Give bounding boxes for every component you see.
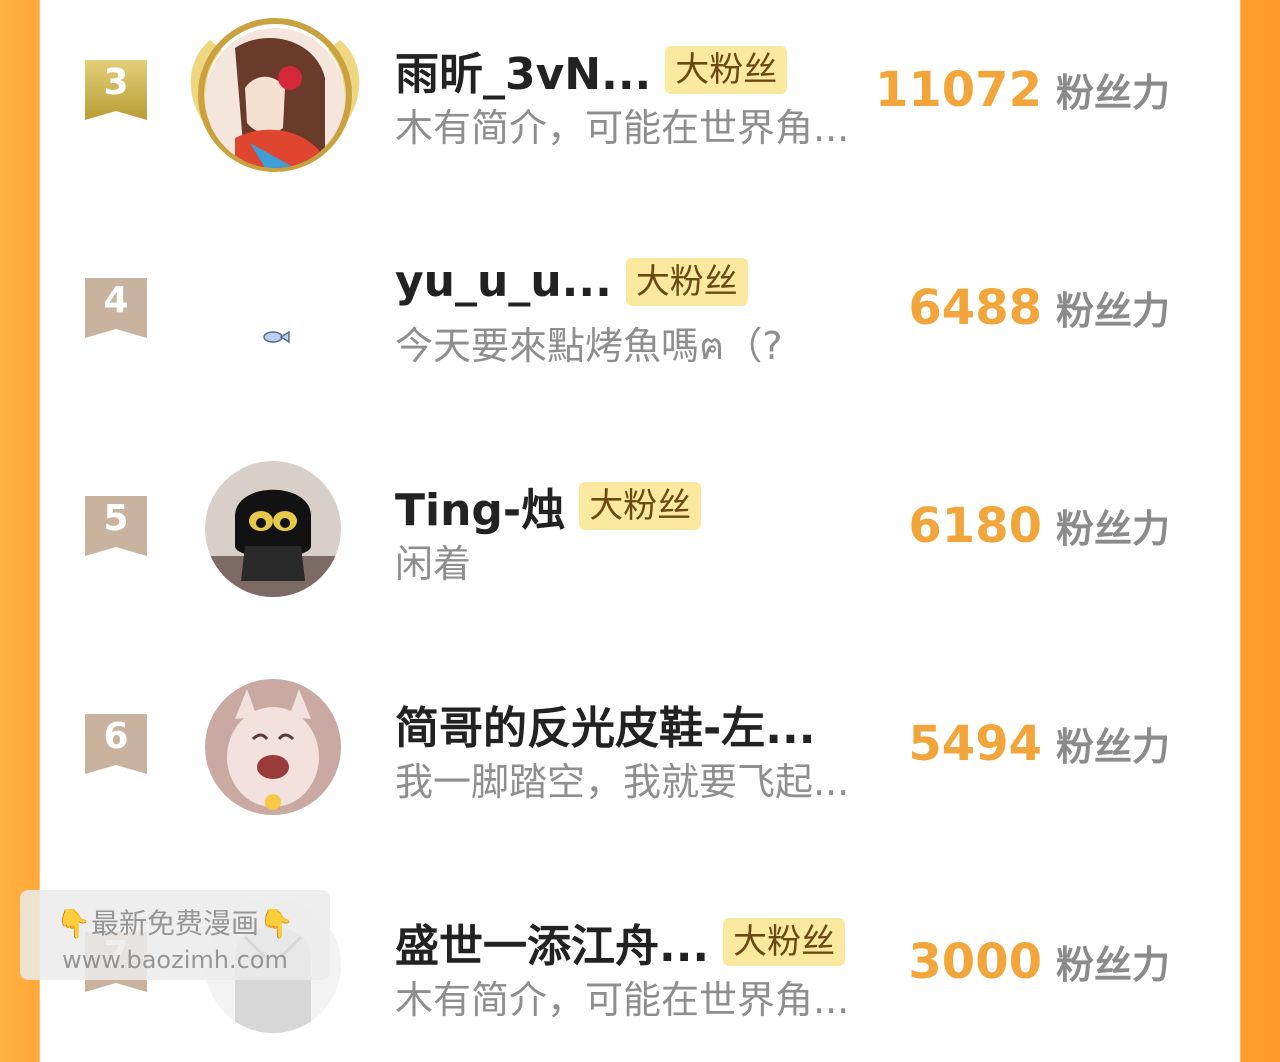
ranking-row[interactable]: 5 Ting-烛 大粉丝 闲着 6180 粉丝力: [40, 436, 1240, 626]
fan-power-unit: 粉丝力: [1055, 71, 1170, 115]
fan-power-value: 11072: [874, 62, 1042, 118]
rank-ribbon: 3: [85, 60, 147, 120]
fan-power-unit: 粉丝力: [1055, 943, 1170, 987]
user-name[interactable]: 简哥的反光皮鞋-左...: [395, 692, 815, 756]
fan-power-score: 6180 粉丝力: [908, 498, 1170, 554]
user-avatar[interactable]: [205, 461, 341, 597]
fan-power-value: 3000: [908, 934, 1042, 990]
user-name[interactable]: Ting-烛 大粉丝: [395, 474, 702, 538]
ranking-row[interactable]: 6 简哥的反光皮鞋-左... 我一脚踏空，我就要飞起... 5494 粉丝力: [40, 654, 1240, 844]
user-avatar[interactable]: [205, 243, 341, 379]
user-name[interactable]: 雨昕_3vN... 大粉丝: [395, 38, 788, 102]
ranking-row[interactable]: 3 雨昕_3vN... 大粉丝 木有简介，可能在世界角... 11072 粉丝力: [40, 0, 1240, 190]
fan-power-value: 6180: [908, 498, 1042, 554]
rank-ribbon: 6: [85, 714, 147, 774]
fan-level-badge: 大粉丝: [625, 257, 748, 306]
user-name[interactable]: yu_u_u... 大粉丝: [395, 256, 748, 307]
fan-level-badge: 大粉丝: [579, 482, 702, 530]
user-name-text: 简哥的反光皮鞋-左...: [395, 703, 816, 754]
ranking-row[interactable]: 4 yu_u_u... 大粉丝 今天要來點烤魚嗎ฅ（? 6488 粉丝力: [40, 218, 1240, 408]
user-avatar[interactable]: [205, 28, 345, 168]
fan-power-value: 6488: [908, 280, 1042, 336]
fan-power-score: 5494 粉丝力: [908, 716, 1170, 772]
fan-level-badge: 大粉丝: [723, 918, 846, 966]
watermark-line-1: 👇最新免费漫画👇: [56, 907, 294, 940]
user-name[interactable]: 盛世一添江舟... 大粉丝: [395, 910, 846, 974]
user-bio: 今天要來點烤魚嗎ฅ（?: [395, 324, 783, 368]
user-name-text: 盛世一添江舟...: [395, 921, 710, 972]
rank-ribbon: 4: [85, 278, 147, 338]
user-bio: 木有简介，可能在世界角...: [395, 978, 850, 1022]
fan-level-badge: 大粉丝: [665, 46, 788, 94]
fan-power-unit: 粉丝力: [1055, 507, 1170, 551]
site-watermark: 👇最新免费漫画👇 www.baozimh.com: [20, 890, 330, 980]
user-bio: 木有简介，可能在世界角...: [395, 106, 850, 150]
user-name-text: yu_u_u...: [395, 256, 612, 307]
user-bio: 闲着: [395, 542, 472, 586]
fan-power-value: 5494: [908, 716, 1042, 772]
user-name-text: 雨昕_3vN...: [395, 49, 652, 100]
user-bio: 我一脚踏空，我就要飞起...: [395, 760, 850, 804]
fan-power-unit: 粉丝力: [1055, 289, 1170, 333]
user-name-text: Ting-烛: [395, 485, 566, 536]
grin-emoji-icon: [265, 794, 281, 810]
fan-power-score: 11072 粉丝力: [875, 62, 1170, 118]
rank-ribbon: 5: [85, 496, 147, 556]
user-avatar[interactable]: [205, 679, 341, 815]
watermark-line-2: www.baozimh.com: [62, 946, 288, 974]
fan-power-unit: 粉丝力: [1055, 725, 1170, 769]
fish-icon: [263, 331, 283, 343]
fan-ranking-list: 3 雨昕_3vN... 大粉丝 木有简介，可能在世界角... 11072 粉丝力: [40, 0, 1240, 1033]
fan-power-score: 6488 粉丝力: [908, 280, 1170, 336]
fan-power-score: 3000 粉丝力: [908, 934, 1170, 990]
